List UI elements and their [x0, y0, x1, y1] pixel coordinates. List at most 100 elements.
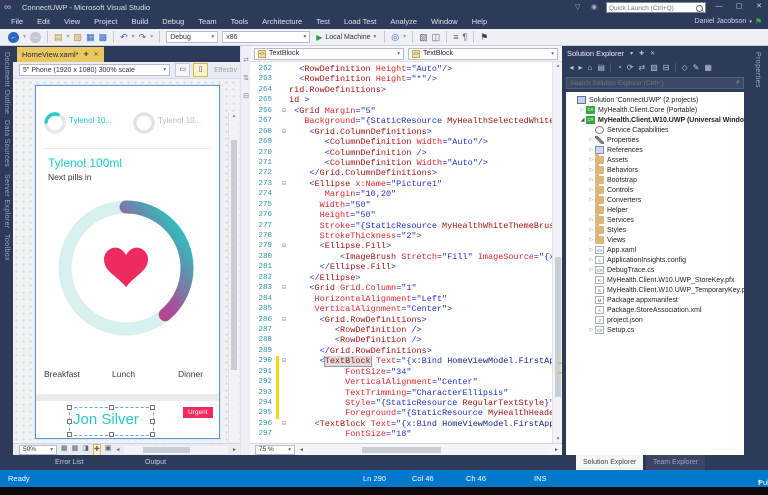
nav-back-icon[interactable]: ←: [8, 32, 19, 43]
tree-item-applicationinsights-config[interactable]: ▷cApplicationInsights.config: [566, 255, 744, 265]
close-icon[interactable]: ✕: [94, 51, 99, 58]
account-name[interactable]: Daniel Jacobson: [695, 18, 747, 25]
menu-item-edit[interactable]: Edit: [30, 15, 57, 29]
caret-icon[interactable]: ▾: [132, 30, 135, 45]
tree-item-properties[interactable]: ▷Properties: [566, 135, 744, 145]
fold-marker[interactable]: ⊟: [279, 419, 289, 429]
code-line[interactable]: 273⊟ <Ellipse x:Name="Picture1": [250, 179, 552, 189]
nav-forward-icon[interactable]: →: [30, 32, 41, 43]
fold-marker[interactable]: ⊟: [279, 106, 289, 116]
switch-views-icon[interactable]: ▤: [597, 63, 605, 72]
scrollbar-thumb[interactable]: [231, 140, 237, 370]
code-line[interactable]: 283⊟ <Grid Grid.Column="1": [250, 283, 552, 293]
solution-platform-dropdown[interactable]: x86 ▾: [222, 31, 310, 43]
scroll-right-icon[interactable]: ►: [554, 445, 559, 455]
tree-item-views[interactable]: ▷Views: [566, 235, 744, 245]
resize-handle[interactable]: [109, 432, 114, 437]
scrollbar-thumb[interactable]: [362, 447, 441, 453]
tree-item-helper[interactable]: Helper: [566, 205, 744, 215]
menu-item-team[interactable]: Team: [191, 15, 223, 29]
collapse-all-icon[interactable]: ⊟: [663, 63, 670, 72]
expander-icon[interactable]: ▷: [588, 187, 595, 193]
expander-icon[interactable]: ▷: [588, 247, 595, 253]
members-dropdown[interactable]: <> TextBlock ▾: [408, 48, 558, 60]
back-icon[interactable]: ◂: [570, 63, 574, 72]
fold-marker[interactable]: ⊟: [279, 241, 289, 251]
menu-item-analyze[interactable]: Analyze: [383, 15, 424, 29]
device-selector-dropdown[interactable]: 5" Phone (1920 x 1080) 300% scale ▾: [19, 64, 170, 76]
design-canvas[interactable]: Tylenol 10... Tylenol 10... Tylenol 100m…: [13, 79, 240, 443]
tree-item-behaviors[interactable]: ▷Behaviors: [566, 165, 744, 175]
code-line[interactable]: 271 <ColumnDefinition Width="Auto"/>: [250, 158, 552, 168]
tree-item-references[interactable]: ▷References: [566, 145, 744, 155]
solution-explorer-header[interactable]: Solution Explorer ▾✚✕: [562, 46, 748, 60]
resize-handle[interactable]: [150, 419, 155, 424]
side-tab-data-sources[interactable]: Data Sources: [3, 120, 10, 167]
code-line[interactable]: 264rid.RowDefinitions>: [250, 85, 552, 95]
show-all-files-icon[interactable]: ▧: [650, 63, 658, 72]
quick-launch-box[interactable]: [606, 2, 706, 13]
code-line[interactable]: 269 <ColumnDefinition Width="Auto"/>: [250, 137, 552, 147]
menu-item-view[interactable]: View: [57, 15, 87, 29]
solution-explorer-search-input[interactable]: [567, 80, 736, 87]
code-line[interactable]: 280 <ImageBrush Stretch="Fill" ImageSour…: [250, 252, 552, 262]
tree-item-project-json[interactable]: Jproject.json: [566, 315, 744, 325]
tree-item-myhealth-client-w10-uwp-temporarykey-pfx[interactable]: KMyHealth.Client.W10.UWP_TemporaryKey.pf…: [566, 285, 744, 295]
tab-team-explorer[interactable]: Team Explorer: [646, 455, 705, 470]
fold-marker[interactable]: ⊟: [279, 356, 289, 366]
pending-changes-filter-icon[interactable]: ◔: [617, 63, 622, 72]
editor-vertical-scrollbar[interactable]: ▲ ▼: [552, 62, 562, 443]
portrait-icon[interactable]: ▯: [193, 63, 208, 77]
phone-artboard[interactable]: Tylenol 10... Tylenol 10... Tylenol 100m…: [35, 85, 220, 439]
menu-item-build[interactable]: Build: [125, 15, 156, 29]
expander-icon[interactable]: ▷: [588, 257, 595, 263]
resize-handle[interactable]: [150, 405, 155, 410]
caret-icon[interactable]: ▾: [67, 30, 70, 45]
fold-marker[interactable]: ⊟: [279, 315, 289, 325]
tree-item-solution-connectuwp-2-projects[interactable]: Solution 'ConnectUWP' (2 projects): [566, 95, 744, 105]
tab-error-list[interactable]: Error List: [55, 455, 83, 470]
resize-handle[interactable]: [109, 405, 114, 410]
code-line[interactable]: 266⊟ <Grid Margin="5": [250, 106, 552, 116]
home-icon[interactable]: ⌂: [588, 63, 593, 72]
code-line[interactable]: 288 <RowDefinition />: [250, 335, 552, 345]
tree-item-bootstrap[interactable]: ▷Bootstrap: [566, 175, 744, 185]
expander-icon[interactable]: ▷: [588, 147, 595, 153]
code-line[interactable]: 287 <RowDefinition />: [250, 325, 552, 335]
expander-icon[interactable]: ◢: [579, 117, 586, 123]
menu-item-tools[interactable]: Tools: [224, 15, 256, 29]
code-line[interactable]: 276 Height="50": [250, 210, 552, 220]
resize-handle[interactable]: [67, 432, 72, 437]
code-line[interactable]: 262 <RowDefinition Height="Auto"/>: [250, 64, 552, 74]
snaplines-icon[interactable]: ✚: [93, 444, 101, 456]
solution-configuration-dropdown[interactable]: Debug ▾: [166, 31, 218, 43]
scroll-left-icon[interactable]: ◄: [115, 445, 120, 455]
compare-icon[interactable]: ◫: [432, 30, 441, 45]
editor-horizontal-scrollbar[interactable]: [309, 446, 549, 454]
tree-item-myhealth-client-core-portable[interactable]: ▷C#MyHealth.Client.Core (Portable): [566, 105, 744, 115]
find-icon[interactable]: ◎: [391, 30, 399, 45]
window-position-icon[interactable]: ▾: [630, 50, 633, 57]
undo-icon[interactable]: ↶: [120, 30, 128, 45]
expander-icon[interactable]: ▷: [588, 327, 595, 333]
notification-flag-icon[interactable]: ⚑: [755, 17, 762, 26]
minimize-button[interactable]: —: [712, 0, 726, 13]
code-line[interactable]: 292 VerticalAlignment="Center": [250, 377, 552, 387]
contrast-icon[interactable]: ◨: [82, 444, 89, 456]
grid-gridlines-icon[interactable]: ▦: [72, 444, 79, 456]
selection-adorner[interactable]: [69, 407, 154, 436]
expander-icon[interactable]: ▷: [579, 107, 586, 113]
fold-marker[interactable]: ⊟: [279, 127, 289, 137]
designer-horizontal-scrollbar[interactable]: [124, 446, 228, 454]
properties-icon[interactable]: ✎: [693, 63, 700, 72]
new-project-icon[interactable]: ▤: [54, 30, 63, 45]
pin-icon[interactable]: ✚: [639, 50, 644, 57]
scroll-up-icon[interactable]: ▲: [229, 113, 239, 119]
menu-item-project[interactable]: Project: [87, 15, 124, 29]
view-code-icon[interactable]: ◇: [681, 63, 687, 72]
preview-icon[interactable]: ▦: [704, 63, 712, 72]
account-cluster[interactable]: Daniel Jacobson ▾ ⚑: [695, 17, 762, 26]
expander-icon[interactable]: ▷: [588, 167, 595, 173]
code-area[interactable]: 262 <RowDefinition Height="Auto"/>263 <R…: [250, 62, 552, 443]
types-dropdown[interactable]: <> TextBlock ▾: [254, 48, 404, 60]
